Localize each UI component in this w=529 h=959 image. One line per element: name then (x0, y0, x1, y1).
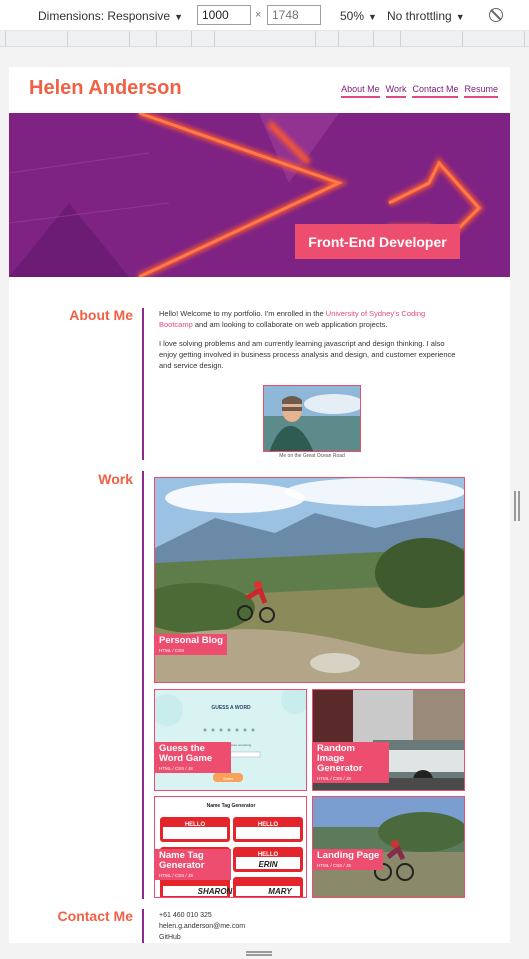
caret-down-icon: ▼ (455, 12, 465, 22)
hero-badge: Front-End Developer (295, 224, 460, 259)
project-card-name-tag[interactable]: Name Tag Generator HELLO HELLO HELLO HEL… (154, 796, 307, 898)
about-paragraph-2: I love solving problems and am currently… (159, 339, 456, 370)
nav-contact[interactable]: Contact Me (412, 84, 459, 98)
guess-word-thumbnail: GUESS A WORD You have 8 guesses remainin… (155, 690, 306, 790)
about-p1-text: Hello! Welcome to my portfolio. I'm enro… (159, 309, 326, 318)
dimensions-label: Dimensions: Responsive (38, 9, 171, 23)
zoom-label: 50% (340, 9, 365, 23)
media-query-ruler (0, 31, 529, 47)
project-label: Personal Blog HTML / CSS (155, 634, 227, 655)
width-input[interactable] (197, 5, 251, 25)
about-p1-text-end: and am looking to collaborate on web app… (192, 320, 388, 329)
portrait-caption: Me on the Great Ocean Road (279, 453, 345, 459)
caret-down-icon: ▼ (174, 12, 183, 22)
name-tag-app-title: Name Tag Generator (207, 803, 256, 809)
project-tags: HTML / CSS / JS (159, 766, 194, 771)
name-tag-hello-1: HELLO (185, 822, 206, 828)
guess-word-button: Guess (223, 777, 233, 781)
name-tag-name-3: MARY (268, 887, 292, 896)
main-nav: About Me Work Contact Me Resume (341, 84, 498, 98)
rotate-icon[interactable] (489, 8, 503, 22)
resize-handle-right[interactable] (514, 491, 520, 521)
work-divider (142, 471, 144, 899)
project-title: Personal Blog (159, 635, 223, 646)
project-card-random-image[interactable]: Random Image Generator HTML / CSS / JS (312, 689, 465, 791)
name-tag-thumbnail: Name Tag Generator HELLO HELLO HELLO HEL… (155, 797, 306, 897)
project-label: Name Tag Generator HTML / CSS / JS (155, 849, 231, 880)
project-tags: HTML / CSS (159, 648, 185, 653)
portrait-photo (263, 385, 361, 452)
name-tag-name-1: ERIN (258, 860, 277, 869)
project-label: Random Image Generator HTML / CSS / JS (313, 742, 389, 783)
project-title: Random Image Generator (317, 743, 363, 774)
project-tags: HTML / CSS / JS (159, 873, 194, 878)
hero-banner: Front-End Developer (9, 113, 510, 277)
project-tags: HTML / CSS / JS (317, 863, 352, 868)
times-sign: × (255, 9, 262, 21)
project-card-landing-page[interactable]: Landing Page HTML / CSS / JS (312, 796, 465, 898)
nav-about[interactable]: About Me (341, 84, 380, 98)
project-card-personal-blog[interactable]: Personal Blog HTML / CSS (154, 477, 465, 683)
devtools-toolbar: Dimensions: Responsive▼ × 50%▼ No thrott… (0, 0, 529, 31)
site-title: Helen Anderson (29, 77, 182, 99)
project-card-guess-the-word[interactable]: GUESS A WORD You have 8 guesses remainin… (154, 689, 307, 791)
name-tag-hello-2: HELLO (258, 822, 279, 828)
contact-github[interactable]: GitHub (159, 932, 245, 943)
guess-word-title: GUESS A WORD (211, 705, 251, 711)
caret-down-icon: ▼ (368, 12, 377, 22)
nav-resume[interactable]: Resume (464, 84, 498, 98)
nav-work[interactable]: Work (385, 84, 407, 98)
contact-divider (142, 909, 144, 943)
contact-details: +61 460 010 325 helen.g.anderson@me.com … (159, 910, 245, 943)
about-paragraph-1: Hello! Welcome to my portfolio. I'm enro… (159, 308, 459, 330)
project-label: Landing Page HTML / CSS / JS (313, 849, 384, 870)
contact-email[interactable]: helen.g.anderson@me.com (159, 921, 245, 932)
resize-handle-bottom[interactable] (246, 951, 272, 956)
project-label: Guess the Word Game HTML / CSS / JS (155, 742, 231, 773)
project-title: Landing Page (317, 850, 380, 861)
work-heading: Work (98, 471, 133, 487)
zoom-dropdown[interactable]: 50% ▼ (340, 9, 377, 23)
landing-page-thumbnail (313, 797, 464, 897)
about-heading: About Me (69, 307, 133, 323)
rendered-page: Helen Anderson About Me Work Contact Me … (9, 67, 510, 943)
about-text: Hello! Welcome to my portfolio. I'm enro… (159, 308, 459, 379)
throttling-label: No throttling (387, 9, 452, 23)
project-title: Name Tag Generator (159, 850, 205, 871)
about-divider (142, 308, 144, 460)
dimensions-dropdown[interactable]: Dimensions: Responsive ▼ (38, 9, 183, 23)
project-tags: HTML / CSS / JS (317, 776, 352, 781)
portrait-image (264, 386, 360, 451)
project-title: Guess the Word Game (159, 743, 213, 764)
contact-heading: Contact Me (57, 908, 133, 924)
name-tag-hello-4: HELLO (258, 852, 279, 858)
contact-phone[interactable]: +61 460 010 325 (159, 910, 245, 921)
name-tag-name-2: SHARON (198, 887, 233, 896)
height-input[interactable] (267, 5, 321, 25)
throttling-dropdown[interactable]: No throttling ▼ (387, 9, 465, 23)
